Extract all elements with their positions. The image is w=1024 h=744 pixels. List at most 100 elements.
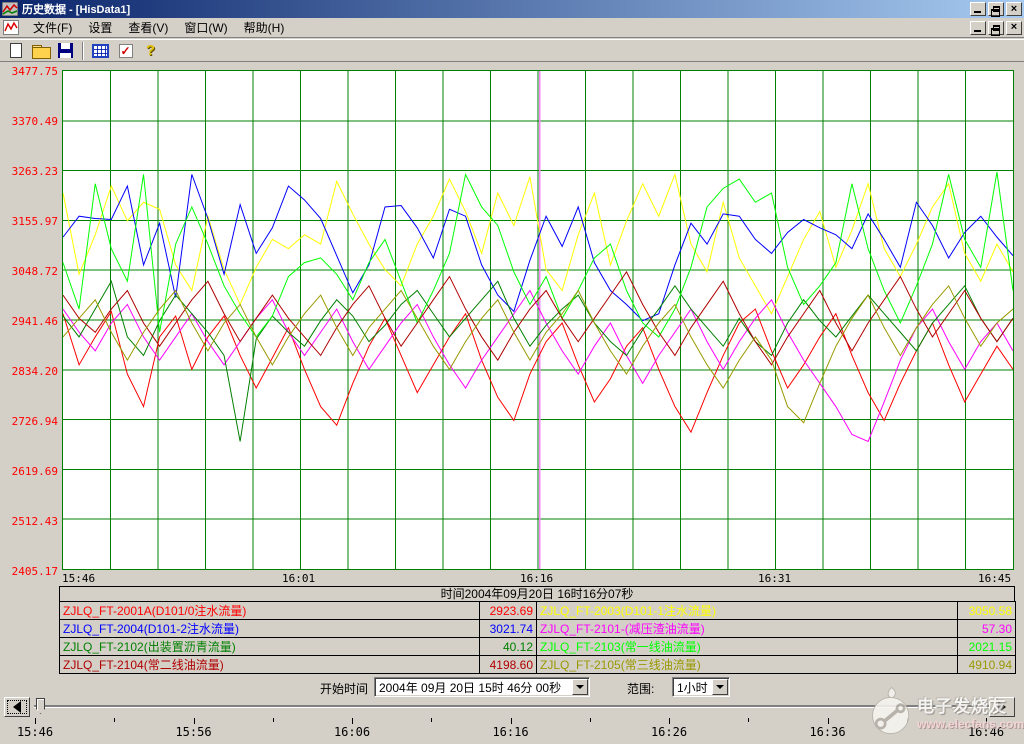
time-tick-major [35,718,36,724]
legend-series-value: 2923.69 [480,602,537,620]
y-tick-label: 2405.17 [0,566,58,578]
legend-series-value: 40.12 [480,638,537,656]
start-time-label: 开始时间 [320,680,368,697]
child-minimize-button[interactable] [970,21,986,35]
range-label: 范围: [627,680,654,697]
legend-series-name: ZJLQ_FT-2102(出装置沥青流量) [60,638,480,656]
legend-series-value: 3050.58 [958,602,1016,620]
legend-series-name: ZJLQ_FT-2004(D101-2注水流量) [60,620,480,638]
time-tick-label: 15:46 [13,725,57,739]
time-tick-minor [590,718,591,722]
controls-row: 开始时间 2004年 09月 20日 15时 46分 00秒 范围: 1小时 [0,676,1024,698]
scroll-right-button[interactable] [989,697,1015,717]
legend-series-value: 57.30 [958,620,1016,638]
legend-table: ZJLQ_FT-2001A(D101/0注水流量)2923.69ZJLQ_FT-… [59,601,1016,674]
start-time-combobox[interactable]: 2004年 09月 20日 15时 46分 00秒 [374,677,590,697]
legend-series-value: 4910.94 [958,656,1016,674]
save-floppy-icon [58,43,73,58]
y-tick-label: 2726.94 [0,416,58,428]
scrollbar-thumb[interactable] [36,698,45,714]
time-tick-minor [431,718,432,722]
app-icon [2,2,18,16]
legend-series-value: 3021.74 [480,620,537,638]
title-bar: 历史数据 - [HisData1] × [0,0,1024,18]
scrollbar-track[interactable] [34,705,1012,708]
time-tick-label: 15:56 [172,725,216,739]
menu-bar: 文件(F) 设置 查看(V) 窗口(W) 帮助(H) × [0,18,1024,38]
time-tick-major [986,718,987,724]
bottom-time-axis: 15:46 15:56 16:06 16:16 16:26 16:36 16:46 [0,718,1024,744]
y-tick-label: 3155.97 [0,216,58,228]
menu-settings[interactable]: 设置 [80,17,120,38]
scroll-left-button[interactable] [4,697,30,717]
y-tick-label: 3263.23 [0,166,58,178]
open-button[interactable] [29,41,52,61]
time-tick-minor [114,718,115,722]
close-button[interactable]: × [1006,2,1022,16]
time-tick-label: 16:36 [806,725,850,739]
x-tick-label: 16:31 [758,572,791,585]
start-time-value: 2004年 09月 20日 15时 46分 00秒 [375,679,572,696]
time-tick-label: 16:06 [330,725,374,739]
trend-chart [63,71,1013,569]
y-tick-label: 3370.49 [0,116,58,128]
restore-button[interactable] [988,2,1004,16]
x-tick-label: 16:16 [520,572,553,585]
time-tick-label: 16:46 [964,725,1008,739]
time-tick-major [352,718,353,724]
time-tick-major [828,718,829,724]
arrow-right-icon [998,701,1006,713]
document-icon [3,20,19,35]
menu-help[interactable]: 帮助(H) [236,17,293,38]
legend-row: ZJLQ_FT-2004(D101-2注水流量)3021.74ZJLQ_FT-2… [60,620,1016,638]
plot-area[interactable] [62,70,1014,570]
time-tick-major [194,718,195,724]
legend-row: ZJLQ_FT-2102(出装置沥青流量)40.12ZJLQ_FT-2103(常… [60,638,1016,656]
child-close-button[interactable]: × [1006,21,1022,35]
time-tick-label: 16:26 [647,725,691,739]
legend-series-value: 2021.15 [958,638,1016,656]
save-button[interactable] [54,41,77,61]
window-title: 历史数据 - [HisData1] [22,1,970,17]
chevron-down-icon [716,685,724,689]
cursor-time-header: 时间2004年09月20日 16时16分07秒 [59,586,1015,602]
y-tick-label: 3048.72 [0,266,58,278]
legend-series-name: ZJLQ_FT-2103(常一线油流量) [537,638,958,656]
legend-series-value: 4198.60 [480,656,537,674]
menu-view[interactable]: 查看(V) [120,17,176,38]
start-time-dropdown-button[interactable] [572,679,588,695]
menu-window[interactable]: 窗口(W) [176,17,235,38]
x-tick-label: 15:46 [62,572,95,585]
y-tick-label: 3477.75 [0,66,58,78]
x-tick-label: 16:45 [978,572,1011,585]
data-table-icon [92,44,109,58]
y-tick-label: 2834.20 [0,366,58,378]
new-document-icon [10,43,22,58]
x-tick-label: 16:01 [282,572,315,585]
toolbar-separator [82,42,84,60]
child-restore-button[interactable] [988,21,1004,35]
range-combobox[interactable]: 1小时 [672,677,730,697]
range-value: 1小时 [673,679,712,696]
time-tick-minor [273,718,274,722]
minimize-button[interactable] [970,2,986,16]
time-tick-minor [748,718,749,722]
time-tick-minor [907,718,908,722]
annotate-button[interactable]: ✓ [114,41,137,61]
new-button[interactable] [4,41,27,61]
menu-file[interactable]: 文件(F) [25,17,80,38]
range-dropdown-button[interactable] [712,679,728,695]
table-view-button[interactable] [89,41,112,61]
checkbox-icon: ✓ [119,44,133,58]
chart-region: 3477.753370.493263.233155.973048.722941.… [0,62,1024,584]
toolbar: ✓ ? [0,39,1024,62]
legend-series-name: ZJLQ_FT-2003(D101-1注水流量) [537,602,958,620]
arrow-left-icon [13,701,21,713]
help-button[interactable]: ? [139,41,162,61]
legend-series-name: ZJLQ_FT-2001A(D101/0注水流量) [60,602,480,620]
time-scrollbar [0,696,1024,718]
chevron-down-icon [576,685,584,689]
time-tick-label: 16:16 [489,725,533,739]
legend-series-name: ZJLQ_FT-2101-(减压渣油流量) [537,620,958,638]
time-tick-major [669,718,670,724]
